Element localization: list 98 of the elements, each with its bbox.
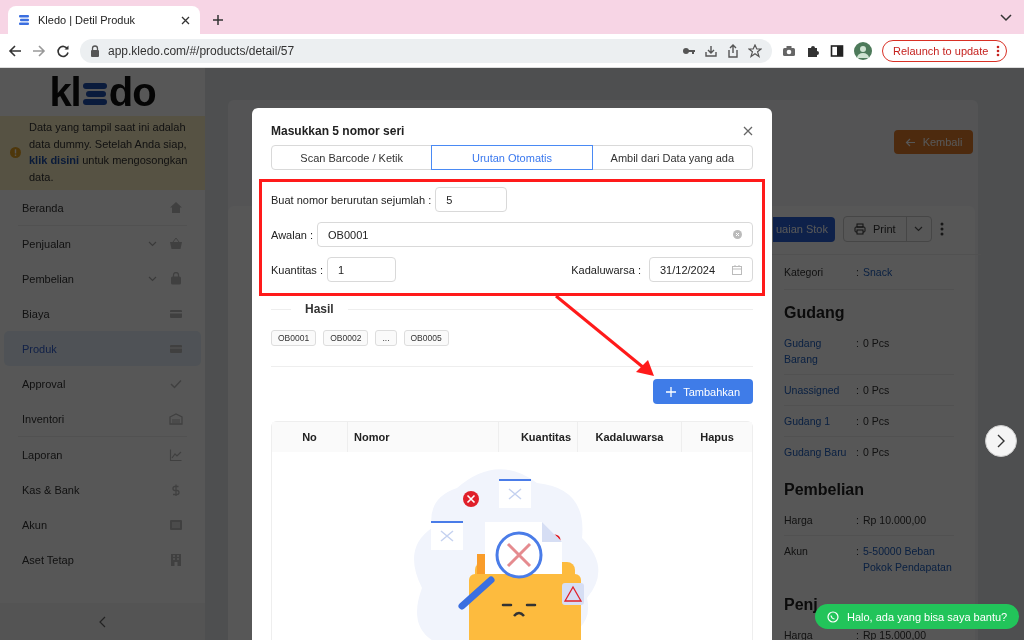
field-value: Rp 10.000,00: [863, 513, 928, 528]
sidebar-item[interactable]: Inventori: [4, 401, 201, 436]
warehouse-link[interactable]: Gudang 1: [784, 413, 856, 429]
stripes-icon: [81, 81, 108, 107]
field-label: Awalan :: [271, 228, 313, 241]
value-link[interactable]: 5-50000 Beban Pokok Pendapatan: [863, 543, 954, 575]
sidebar-item[interactable]: Penjualan: [4, 226, 201, 261]
chat-icon: [827, 610, 839, 623]
reload-icon[interactable]: [56, 43, 70, 58]
column-header: Nomor: [347, 422, 498, 452]
tab[interactable]: Urutan Otomatis: [431, 145, 593, 170]
sidebar-item[interactable]: Beranda: [4, 190, 201, 225]
sidebar-icon[interactable]: [830, 43, 844, 58]
close-icon[interactable]: [181, 15, 190, 25]
notice-link[interactable]: klik disini: [29, 154, 80, 166]
add-button[interactable]: Tambahkan: [653, 379, 753, 404]
tab[interactable]: Scan Barcode / Ketik: [271, 145, 433, 170]
separator: :: [856, 336, 860, 351]
date-field[interactable]: 31/12/2024: [649, 257, 753, 282]
sidebar-item[interactable]: Biaya: [4, 296, 201, 331]
serial-tag: OB0005: [403, 330, 449, 346]
column-header: Kuantitas: [498, 422, 577, 452]
chevron-down-icon: [148, 240, 157, 247]
share-icon[interactable]: [726, 43, 740, 58]
sidebar-item[interactable]: Kas & Bank: [4, 472, 201, 507]
column-header: Kadaluwarsa: [577, 422, 681, 452]
download-icon[interactable]: [704, 43, 718, 58]
sidebar-item[interactable]: Pembelian: [4, 261, 201, 296]
warning-icon: [10, 146, 21, 158]
lock-icon: [90, 44, 100, 57]
section-heading: Pembelian: [784, 481, 866, 499]
chat-button[interactable]: Halo, ada yang bisa saya bantu?: [815, 604, 1020, 629]
stock-button[interactable]: uaian Stok: [773, 216, 835, 242]
column-header: Hapus: [681, 422, 752, 452]
warehouse-link[interactable]: Gudang Barang: [784, 335, 856, 367]
star-icon[interactable]: [748, 43, 762, 58]
separator: :: [856, 513, 860, 528]
back-icon[interactable]: [8, 43, 22, 58]
address-bar[interactable]: app.kledo.com/#/products/detail/57: [80, 38, 772, 63]
section-label: Hasil: [305, 302, 334, 316]
field-label: Buat nomor berurutan sejumlah :: [271, 193, 432, 206]
stripes-icon: [18, 14, 30, 26]
close-icon[interactable]: [743, 126, 753, 136]
field-label: Harga: [784, 513, 814, 528]
quantity-field[interactable]: 1: [327, 257, 396, 282]
count-field[interactable]: 5: [435, 187, 508, 212]
browser-tab[interactable]: Kledo | Detil Produk: [8, 6, 200, 34]
separator: :: [856, 445, 860, 460]
field-label: Kategori: [784, 265, 825, 280]
forward-icon[interactable]: [32, 43, 46, 58]
chevron-down-icon: [148, 275, 157, 282]
kebab-icon[interactable]: [939, 222, 944, 236]
field-label: Kadaluwarsa :: [571, 263, 641, 276]
printer-icon: [854, 223, 866, 235]
serial-tag: ...: [375, 330, 397, 346]
field-value: 0 Pcs: [863, 414, 891, 429]
warehouse-link[interactable]: Gudang Baru: [784, 444, 856, 460]
sidebar-item[interactable]: Akun: [4, 507, 201, 542]
modal-title: Masukkan 5 nomor seri: [271, 124, 405, 138]
sidebar-item[interactable]: Laporan: [4, 437, 201, 472]
kebab-icon: [996, 44, 1001, 57]
warehouse-link[interactable]: Unassigned: [784, 382, 856, 398]
arrow-left-icon: [904, 137, 916, 147]
logo-text: do: [108, 72, 156, 112]
prefix-field[interactable]: OB0001: [317, 222, 753, 247]
column-header: No: [301, 430, 318, 445]
plus-icon: [666, 386, 677, 397]
chevron-down-icon[interactable]: [1000, 14, 1012, 22]
relaunch-button[interactable]: Relaunch to update: [882, 39, 1008, 62]
separator: :: [856, 265, 860, 280]
logo-text: kl: [49, 72, 81, 112]
sidebar-item[interactable]: Approval: [4, 366, 201, 401]
serial-tag: OB0001: [271, 330, 317, 346]
calendar-icon: [732, 264, 742, 275]
chevron-left-icon: [99, 615, 106, 628]
field-label: Kuantitas :: [271, 263, 323, 276]
separator: :: [856, 414, 860, 429]
field-label: Akun: [784, 544, 809, 559]
field-value: 0 Pcs: [863, 445, 891, 460]
avatar-icon[interactable]: [854, 41, 872, 60]
separator: :: [856, 383, 860, 398]
plus-icon[interactable]: [212, 14, 224, 26]
field-value: 0 Pcs: [863, 383, 891, 398]
notice-text: Data yang tampil saat ini adalah data dummy. Setelah Anda siap, klik disini untuk mengosongkan data.: [29, 120, 189, 185]
separator: :: [856, 544, 860, 559]
section-heading: Gudang: [784, 304, 846, 322]
chevron-right-icon: [997, 434, 1005, 448]
back-button[interactable]: Kembali: [894, 130, 973, 154]
separator: :: [856, 628, 860, 640]
sidebar-item[interactable]: Produk: [4, 331, 201, 366]
chevron-down-icon: [914, 226, 924, 232]
field-value: 0 Pcs: [863, 336, 891, 351]
puzzle-icon[interactable]: [806, 43, 820, 58]
tab[interactable]: Ambil dari Data yang ada: [591, 145, 753, 170]
serial-tag: OB0002: [323, 330, 369, 346]
camera-icon[interactable]: [782, 43, 796, 58]
value-link[interactable]: Snack: [863, 264, 954, 280]
sidebar-item[interactable]: Aset Tetap: [4, 542, 201, 577]
